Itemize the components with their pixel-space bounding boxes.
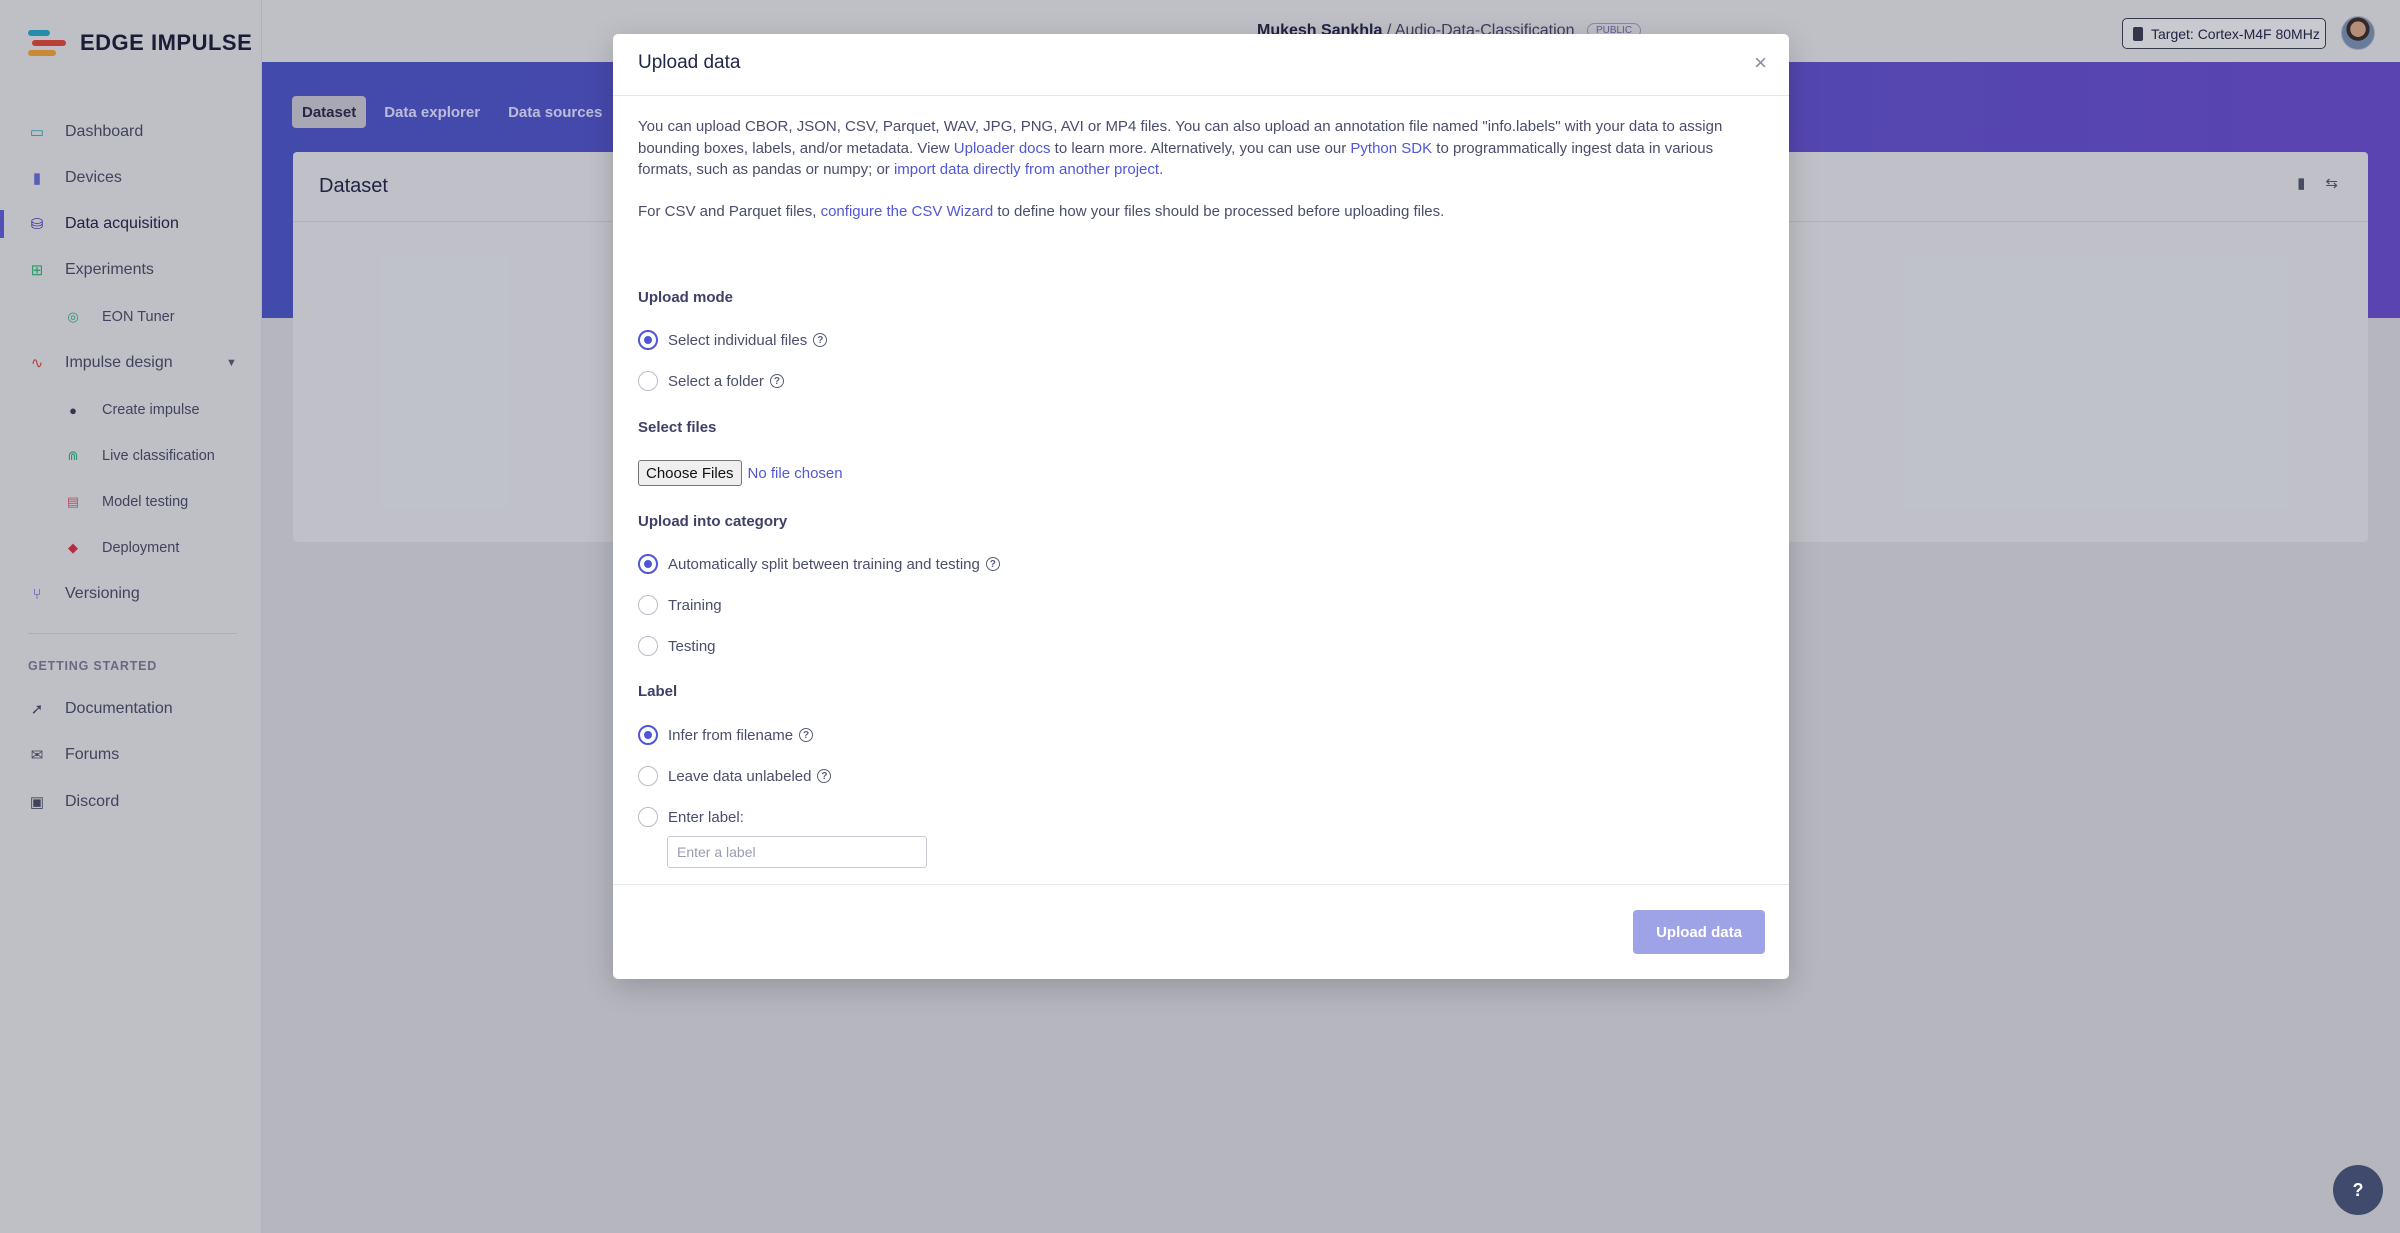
- upload-category-heading: Upload into category: [638, 513, 788, 530]
- help-icon[interactable]: ?: [985, 557, 1000, 571]
- radio-label: Infer from filename: [668, 726, 794, 744]
- radio-label: Select individual files: [668, 331, 808, 349]
- intro-text-part: .: [1159, 161, 1164, 178]
- csv-text: For CSV and Parquet files, configure the…: [638, 203, 1763, 220]
- upload-data-button[interactable]: Upload data: [1633, 910, 1765, 954]
- radio-button[interactable]: [638, 725, 658, 745]
- csv-wizard-link[interactable]: configure the CSV Wizard: [821, 203, 994, 220]
- intro-text: You can upload CBOR, JSON, CSV, Parquet,…: [638, 116, 1763, 181]
- upload-mode-heading: Upload mode: [638, 289, 734, 306]
- python-sdk-link[interactable]: Python SDK: [1350, 140, 1432, 157]
- radio-button[interactable]: [638, 330, 658, 350]
- radio-button[interactable]: [638, 371, 658, 391]
- help-icon[interactable]: ?: [769, 374, 784, 388]
- radio-button[interactable]: [638, 554, 658, 574]
- modal-body: You can upload CBOR, JSON, CSV, Parquet,…: [638, 116, 1763, 868]
- label-input[interactable]: Enter a label: [667, 836, 927, 868]
- upload-data-modal: Upload data × You can upload CBOR, JSON,…: [613, 34, 1789, 979]
- file-status: No file chosen: [747, 464, 843, 482]
- uploader-docs-link[interactable]: Uploader docs: [954, 140, 1051, 157]
- file-picker: Choose Files No file chosen: [638, 460, 843, 486]
- radio-label: Automatically split between training and…: [668, 555, 980, 573]
- radio-label: Testing: [668, 637, 716, 655]
- radio-testing[interactable]: Testing: [638, 635, 716, 657]
- modal-footer-divider: [613, 884, 1789, 885]
- radio-auto-split[interactable]: Automatically split between training and…: [638, 553, 1000, 575]
- radio-button[interactable]: [638, 636, 658, 656]
- intro-text-part: to learn more. Alternatively, you can us…: [1050, 139, 1351, 157]
- radio-infer-from-filename[interactable]: Infer from filename ?: [638, 724, 814, 746]
- radio-label: Enter label:: [668, 808, 744, 826]
- modal-title: Upload data: [638, 52, 741, 73]
- radio-label: Leave data unlabeled: [668, 767, 812, 785]
- radio-select-individual-files[interactable]: Select individual files ?: [638, 329, 828, 351]
- radio-enter-label[interactable]: Enter label:: [638, 806, 744, 828]
- modal-header: Upload data ×: [613, 34, 1789, 96]
- help-icon[interactable]: ?: [817, 769, 832, 783]
- radio-leave-unlabeled[interactable]: Leave data unlabeled ?: [638, 765, 832, 787]
- label-heading: Label: [638, 683, 678, 700]
- close-icon[interactable]: ×: [1754, 50, 1767, 76]
- csv-text-part: For CSV and Parquet files,: [638, 202, 821, 220]
- csv-text-part: to define how your files should be proce…: [993, 202, 1445, 220]
- help-icon[interactable]: ?: [799, 728, 814, 742]
- radio-label: Select a folder: [668, 372, 764, 390]
- select-files-heading: Select files: [638, 419, 717, 436]
- radio-training[interactable]: Training: [638, 594, 722, 616]
- radio-button[interactable]: [638, 595, 658, 615]
- radio-button[interactable]: [638, 766, 658, 786]
- help-icon[interactable]: ?: [813, 333, 828, 347]
- radio-label: Training: [668, 596, 722, 614]
- choose-files-button[interactable]: Choose Files: [638, 460, 742, 486]
- radio-button[interactable]: [638, 807, 658, 827]
- help-icon[interactable]: ?: [2333, 1165, 2383, 1215]
- radio-select-folder[interactable]: Select a folder ?: [638, 370, 784, 392]
- import-project-link[interactable]: import data directly from another projec…: [894, 161, 1159, 178]
